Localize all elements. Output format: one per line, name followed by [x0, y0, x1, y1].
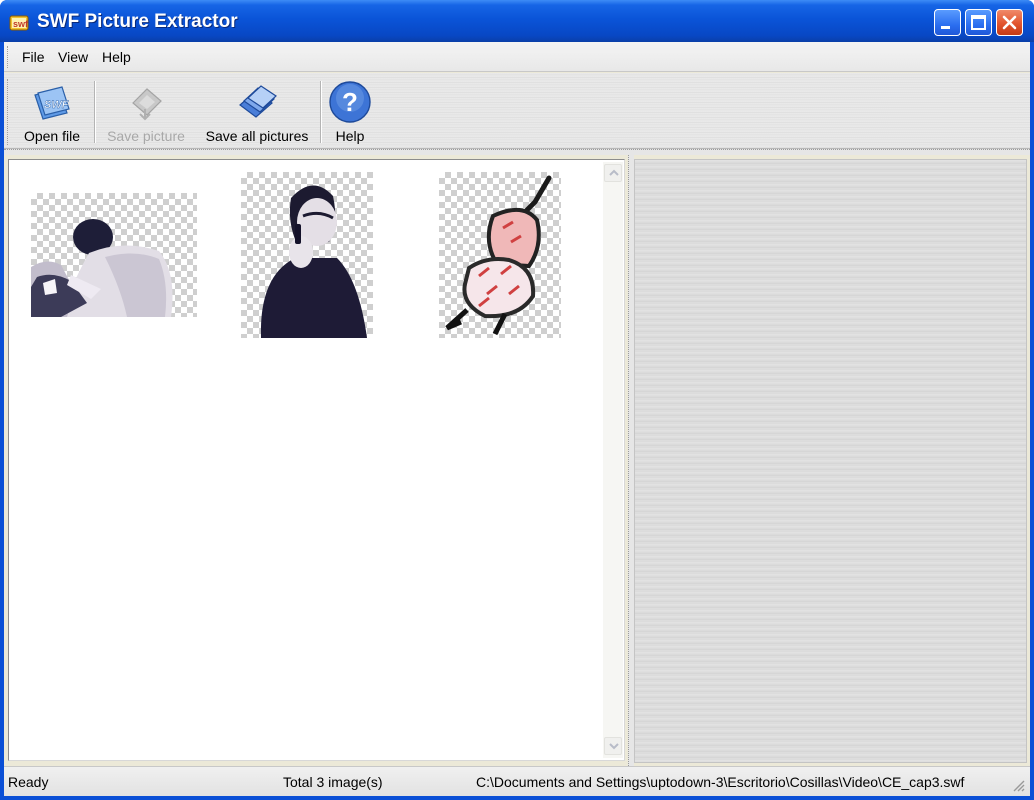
status-state: Ready — [8, 774, 49, 790]
menu-view[interactable]: View — [58, 49, 88, 65]
save-all-icon — [234, 79, 280, 125]
help-icon: ? — [327, 79, 373, 125]
save-picture-label: Save picture — [107, 128, 185, 144]
sketch-figure-thumbnail[interactable] — [439, 172, 561, 338]
open-file-label: Open file — [23, 128, 81, 144]
menubar-grip[interactable] — [7, 46, 10, 68]
close-icon — [1002, 15, 1017, 30]
title-bar[interactable]: swf SWF Picture Extractor — [0, 0, 1034, 42]
maximize-icon — [971, 15, 986, 30]
status-image-count: Total 3 image(s) — [283, 774, 383, 790]
image-list-panel[interactable] — [8, 159, 625, 761]
minimize-button[interactable] — [934, 9, 961, 36]
chevron-up-icon — [609, 169, 619, 176]
maximize-button[interactable] — [965, 9, 992, 36]
svg-text:swf: swf — [13, 19, 29, 29]
help-button[interactable]: ? Help — [324, 77, 376, 147]
preview-panel — [634, 159, 1027, 763]
status-bar: Ready Total 3 image(s) C:\Documents and … — [4, 766, 1030, 796]
svg-text:?: ? — [342, 87, 358, 117]
toolbar-separator — [94, 81, 96, 143]
save-picture-icon — [123, 79, 169, 125]
open-swf-icon: SWF — [29, 79, 75, 125]
toolbar: SWF Open file Save picture Save all pict… — [4, 73, 1030, 149]
app-icon[interactable]: swf — [9, 12, 31, 32]
svg-text:SWF: SWF — [44, 99, 69, 111]
save-all-pictures-button[interactable]: Save all pictures — [196, 77, 318, 147]
minimize-icon — [941, 26, 950, 29]
app-window: swf SWF Picture Extractor File View Help… — [0, 0, 1034, 800]
save-all-pictures-label: Save all pictures — [205, 128, 309, 144]
toolbar-grip[interactable] — [7, 79, 10, 145]
scroll-down-button[interactable] — [604, 737, 622, 755]
client-area: File View Help SWF Open file Save pictur… — [4, 42, 1030, 796]
menu-bar: File View Help — [4, 42, 1030, 72]
man-working-thumbnail[interactable] — [31, 193, 197, 317]
status-file-path: C:\Documents and Settings\uptodown-3\Esc… — [476, 774, 965, 790]
window-title: SWF Picture Extractor — [37, 11, 238, 32]
close-button[interactable] — [996, 9, 1023, 36]
list-scrollbar[interactable] — [603, 162, 623, 758]
save-picture-button[interactable]: Save picture — [100, 77, 192, 147]
toolbar-separator — [320, 81, 322, 143]
horizontal-splitter[interactable] — [4, 149, 1030, 155]
open-file-button[interactable]: SWF Open file — [16, 77, 88, 147]
resize-grip-icon[interactable] — [1010, 777, 1026, 793]
woman-on-phone-thumbnail[interactable] — [241, 172, 373, 338]
chevron-down-icon — [609, 743, 619, 750]
scroll-up-button[interactable] — [604, 164, 622, 182]
menu-help[interactable]: Help — [102, 49, 131, 65]
menu-file[interactable]: File — [22, 49, 45, 65]
help-label: Help — [335, 128, 365, 144]
